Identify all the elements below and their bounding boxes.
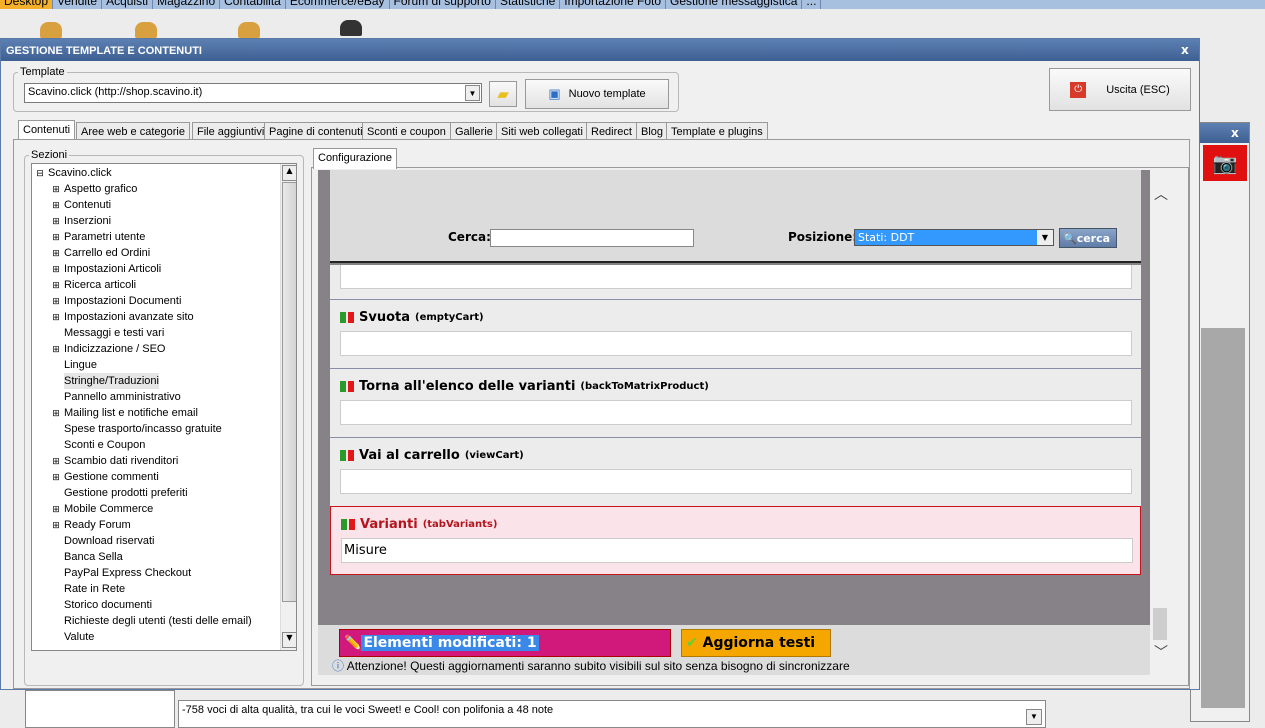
menu-tab[interactable]: Importazione Foto [560,0,667,9]
expand-icon[interactable]: ⊞ [52,297,60,306]
italian-flag-icon [341,519,355,530]
italian-flag-icon [340,381,354,392]
menu-tab[interactable]: Forum di supporto [390,0,496,9]
scroll-down-icon[interactable]: ﹀ [1154,642,1168,662]
expand-icon[interactable]: ⊞ [52,217,60,226]
expand-icon[interactable]: ⊞ [52,201,60,210]
expand-icon[interactable]: ⊞ [52,505,60,514]
translation-input[interactable] [340,400,1132,425]
window-title: GESTIONE TEMPLATE E CONTENUTI [1,39,1199,61]
position-label: Posizione: [788,230,858,244]
close-icon[interactable]: x [1231,126,1239,140]
row-label: Svuota (emptyCart) [340,310,484,325]
tab-configurazione[interactable]: Configurazione [313,148,397,169]
template-select[interactable]: Scavino.click (http://shop.scavino.it) ▼ [24,83,482,103]
sections-tree: ⊟ Scavino.click ⊞ Aspetto grafico ⊞ Contenut… [31,163,297,651]
info-icon: ⓘ [332,659,345,673]
menu-tab[interactable]: Desktop [0,0,54,9]
translation-input[interactable]: Misure [341,538,1133,563]
menu-tab[interactable]: Contabilità [220,0,286,9]
open-folder-button[interactable]: ▰ [489,81,517,107]
menu-tab[interactable]: ... [802,0,822,9]
expand-icon[interactable]: ⊞ [52,457,60,466]
scroll-up-icon[interactable]: ▲ [282,165,296,181]
top-menubar: Desktop Vendite Acquisti Magazzino Contabili… [0,0,1265,9]
expand-icon[interactable]: ⊞ [52,185,60,194]
expand-icon[interactable]: ⊞ [52,409,60,418]
text-input[interactable] [340,265,1132,289]
description-field[interactable]: -758 voci di alta qualità, tra cui le vo… [178,700,1046,728]
background-list [25,690,175,728]
expand-icon[interactable]: ⊞ [52,521,60,530]
search-button[interactable]: 🔍cerca [1059,228,1117,248]
expand-icon[interactable]: ⊞ [52,473,60,482]
tree-scrollbar[interactable]: ▲ ▼ [280,164,296,650]
close-icon[interactable]: x [1181,43,1189,57]
italian-flag-icon [340,450,354,461]
translation-input[interactable] [340,331,1132,356]
expand-icon[interactable]: ⊞ [52,265,60,274]
folder-icon: ▰ [497,86,509,103]
warning-text: ⓘ Attenzione! Questi aggiornamenti saran… [332,659,850,673]
menu-tab[interactable]: Acquisti [102,0,154,9]
position-select[interactable]: Stati: DDT ▼ [854,229,1054,246]
string-row: Varianti (tabVariants) Misure [330,506,1141,575]
scroll-up-icon[interactable]: ︿ [1154,184,1168,204]
expand-icon[interactable]: ⊞ [52,313,60,322]
desktop-icon[interactable] [238,22,260,38]
desktop-icon[interactable] [340,20,362,36]
row-partial [330,265,1141,299]
row-label: Torna all'elenco delle varianti (backToMa… [340,379,709,394]
menu-tab[interactable]: Gestione messaggistica [666,0,803,9]
expand-icon[interactable]: ⊞ [52,281,60,290]
update-texts-button[interactable]: ✔ Aggiorna testi [681,629,831,657]
config-footer: ✏️ Elementi modificati: 1 ✔ Aggiorna test… [318,625,1150,675]
row-label: Vai al carrello (viewCart) [340,448,524,463]
dropdown-arrow-icon[interactable]: ▼ [1026,709,1042,725]
template-legend: Template [20,66,65,78]
translation-input[interactable] [340,469,1132,494]
camera-icon[interactable]: 📷 [1203,145,1247,181]
exit-button[interactable]: ⏻ Uscita (ESC) [1049,68,1191,111]
menu-tab[interactable]: Statistiche [496,0,561,9]
search-input[interactable] [490,229,694,247]
row-label: Varianti (tabVariants) [341,517,497,532]
magnifier-icon: 🔍 [1063,232,1077,245]
config-scrollbar[interactable]: ︿ ﹀ [1150,170,1171,675]
menu-tab[interactable]: Vendite [53,0,103,9]
tab-contenuti[interactable]: Contenuti [18,120,76,141]
string-row: Torna all'elenco delle varianti (backToMa… [330,368,1141,437]
scroll-thumb[interactable] [282,182,296,602]
menu-tab[interactable]: Ecommerce/eBay [286,0,390,9]
menu-tab[interactable]: Magazzino [153,0,221,9]
italian-flag-icon [340,312,354,323]
chevron-down-icon[interactable]: ▼ [1037,230,1053,245]
chevron-down-icon[interactable]: ▼ [465,85,480,101]
desktop-icon[interactable] [135,22,157,38]
expand-icon[interactable]: ⊞ [52,233,60,242]
pencil-icon: ✏️ [344,635,362,651]
sections-legend: Sezioni [31,149,68,161]
string-row: Vai al carrello (viewCart) [330,437,1141,506]
search-label: Cerca: [448,230,491,244]
expand-icon[interactable]: ⊞ [52,345,60,354]
expand-icon[interactable]: ⊞ [52,249,60,258]
check-icon: ✔ [686,635,698,651]
scroll-down-icon[interactable]: ▼ [282,632,296,648]
string-row: Svuota (emptyCart) [330,299,1141,368]
search-header: Cerca: Posizione: Stati: DDT ▼ 🔍cerca [330,170,1141,263]
modified-count: ✏️ Elementi modificati: 1 [339,629,671,657]
scrollbar[interactable] [1201,328,1245,708]
new-template-button[interactable]: ▣ Nuovo template [525,79,669,109]
desktop-icon[interactable] [40,22,62,38]
add-template-icon: ▣ [548,86,561,101]
scroll-thumb[interactable] [1153,608,1167,640]
power-icon: ⏻ [1070,81,1087,98]
